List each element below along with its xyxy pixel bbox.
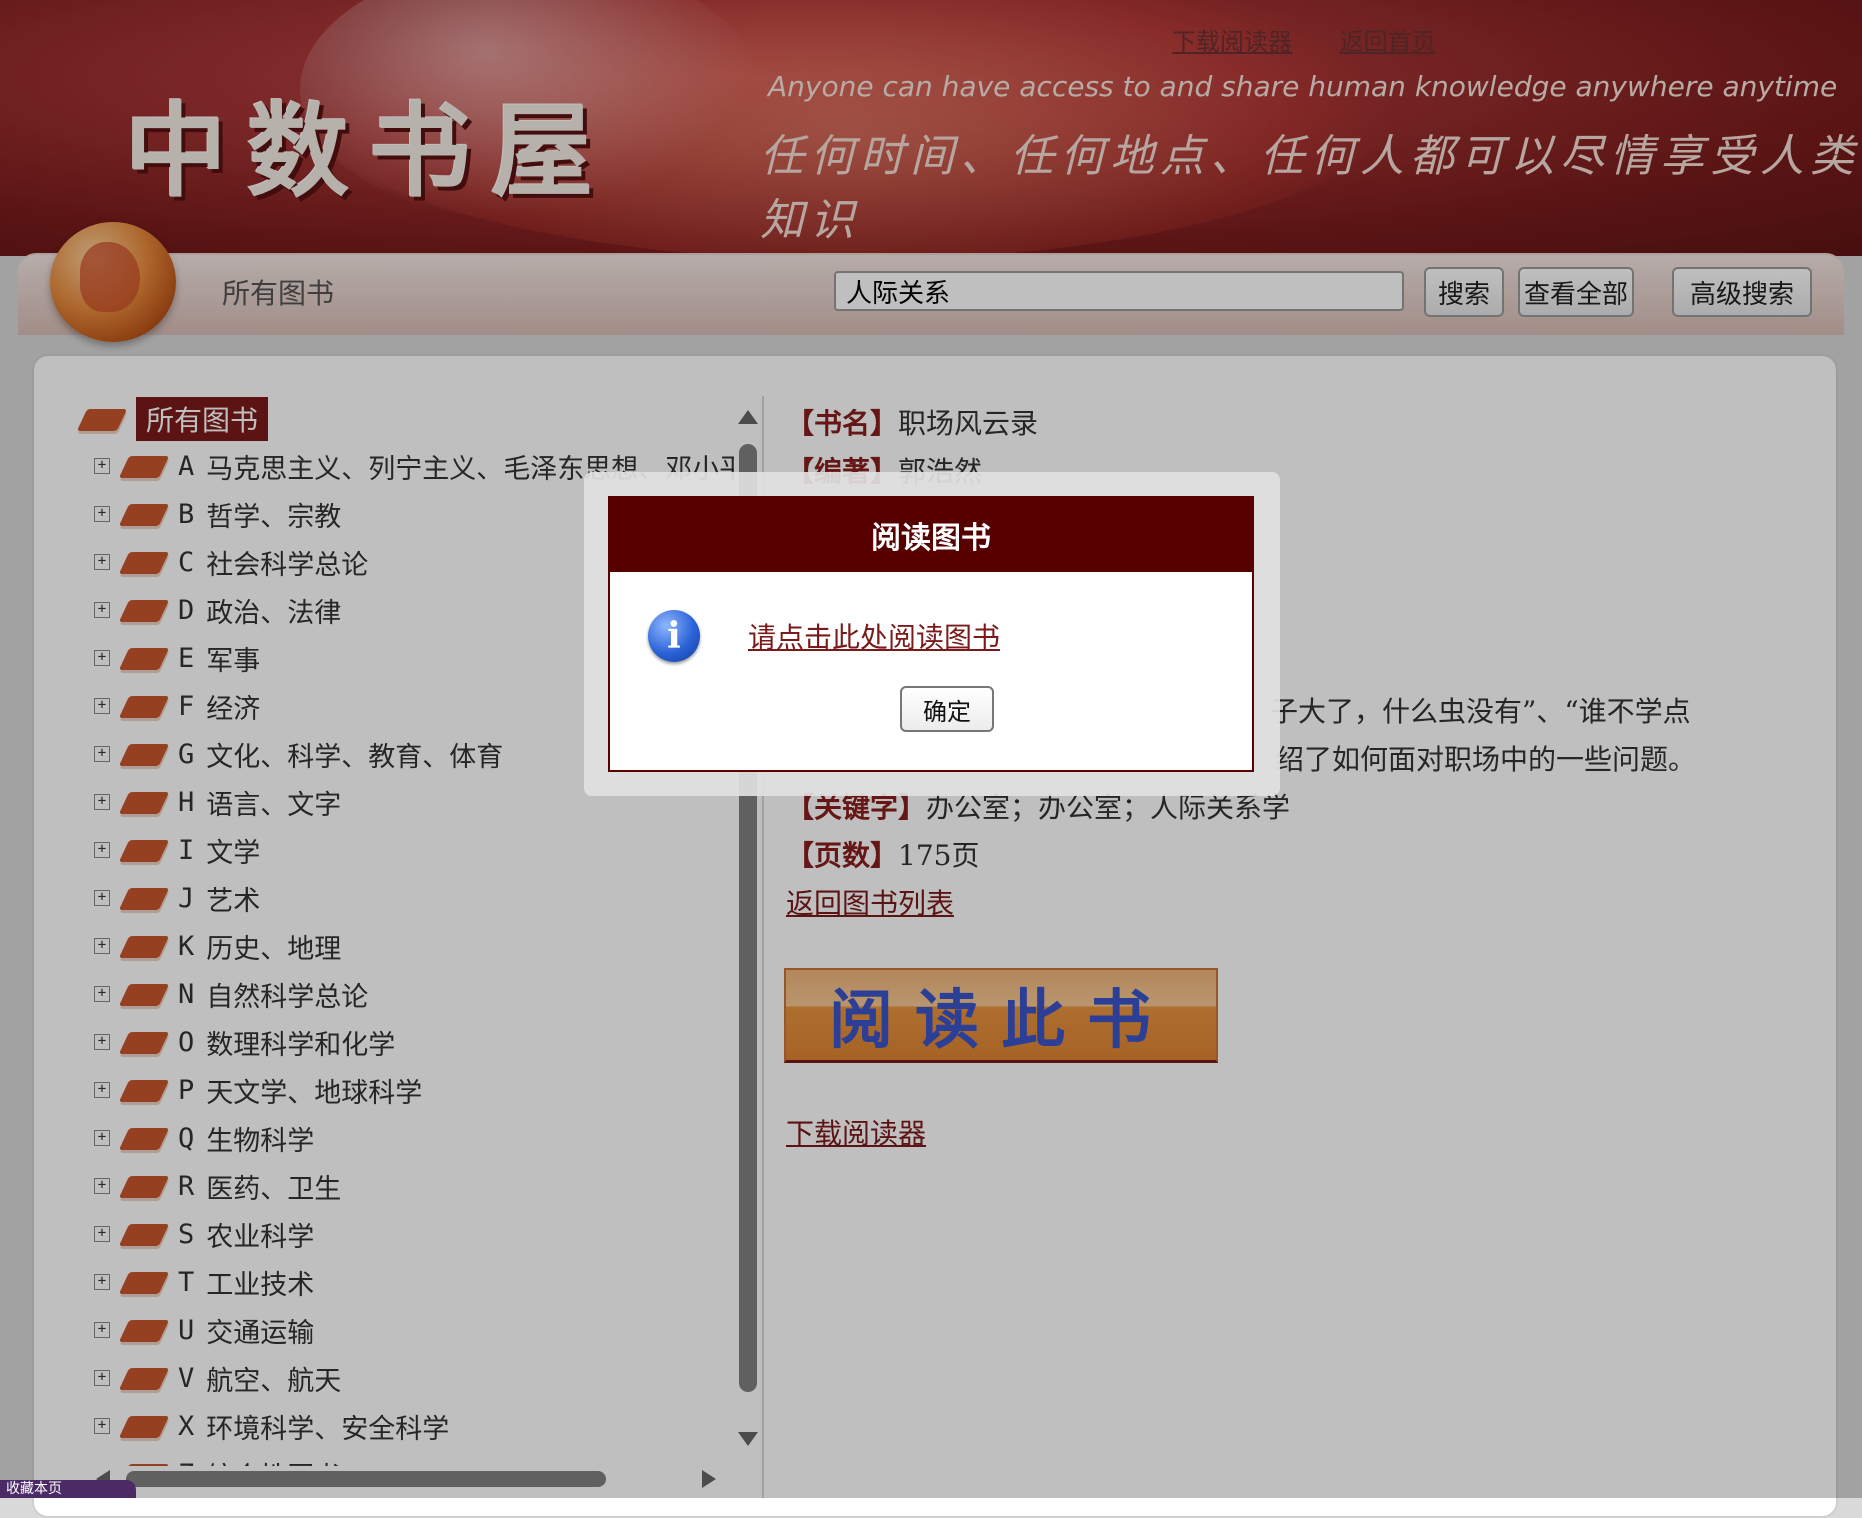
dialog-title: 阅读图书 bbox=[610, 498, 1252, 572]
read-book-dialog: 阅读图书 i 请点击此处阅读图书 确定 bbox=[608, 496, 1254, 772]
ok-button[interactable]: 确定 bbox=[900, 686, 994, 732]
bookmark-tab[interactable]: 收藏本页 bbox=[0, 1480, 136, 1498]
info-icon: i bbox=[648, 610, 700, 662]
read-book-dialog-link[interactable]: 请点击此处阅读图书 bbox=[748, 616, 1000, 656]
